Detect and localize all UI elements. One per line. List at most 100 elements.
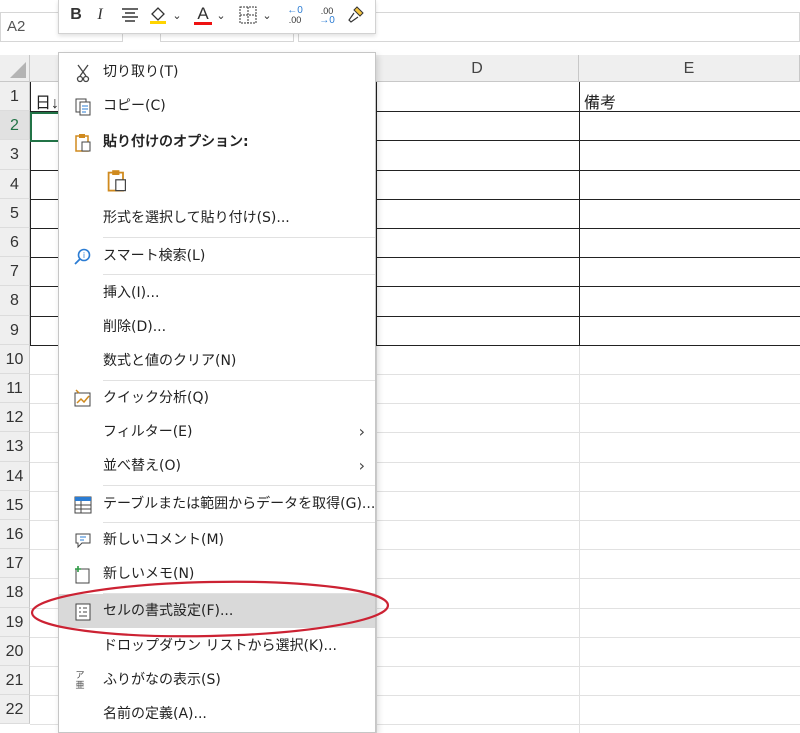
menu-label: スマート検索(L) bbox=[103, 248, 206, 264]
align-center-button[interactable] bbox=[119, 3, 141, 27]
menu-item-clear-contents[interactable]: 数式と値のクリア(N) bbox=[59, 344, 375, 378]
fill-color-button[interactable] bbox=[147, 3, 169, 27]
table-icon bbox=[74, 496, 92, 514]
paste-icon bbox=[107, 170, 126, 192]
menu-separator bbox=[103, 274, 375, 275]
active-cell-a2[interactable] bbox=[30, 112, 60, 142]
row-header-15[interactable]: 15 bbox=[0, 490, 30, 520]
menu-label: 削除(D)... bbox=[103, 319, 167, 335]
row-header-21[interactable]: 21 bbox=[0, 666, 30, 696]
menu-label: 新しいメモ(N) bbox=[103, 566, 195, 582]
menu-label: 並べ替え(O) bbox=[103, 458, 181, 474]
row-header-13[interactable]: 13 bbox=[0, 432, 30, 462]
cell-e1[interactable]: 備考 bbox=[584, 89, 616, 113]
format-painter-icon bbox=[348, 6, 364, 23]
row-header-19[interactable]: 19 bbox=[0, 607, 30, 637]
format-painter-button[interactable] bbox=[345, 3, 367, 27]
increase-decimal-button[interactable]: ←0 .00 bbox=[281, 3, 309, 27]
menu-item-smart-lookup[interactable]: i スマート検索(L) bbox=[59, 239, 375, 273]
cell-a1[interactable]: 日↓ bbox=[35, 89, 59, 113]
arrow-right-icon: →0 bbox=[319, 14, 335, 26]
menu-label: ドロップダウン リストから選択(K)... bbox=[103, 638, 337, 654]
menu-label: 名前の定義(A)... bbox=[103, 706, 207, 722]
row-header-7[interactable]: 7 bbox=[0, 257, 30, 287]
row-header-14[interactable]: 14 bbox=[0, 461, 30, 491]
row-header-9[interactable]: 9 bbox=[0, 315, 30, 345]
menu-label: ふりがなの表示(S) bbox=[103, 672, 221, 688]
italic-button[interactable]: I bbox=[91, 3, 109, 27]
menu-item-copy[interactable]: コピー(C) bbox=[59, 89, 375, 123]
menu-item-format-cells[interactable]: セルの書式設定(F)... bbox=[59, 594, 375, 628]
copy-icon bbox=[75, 98, 91, 116]
menu-item-insert[interactable]: 挿入(I)... bbox=[59, 276, 375, 310]
menu-label: 貼り付けのオプション: bbox=[103, 134, 249, 150]
row-header-17[interactable]: 17 bbox=[0, 549, 30, 579]
scissors-icon bbox=[76, 64, 90, 83]
increase-decimal-label: .00 bbox=[288, 14, 302, 25]
menu-item-define-name[interactable]: 名前の定義(A)... bbox=[59, 697, 375, 731]
row-header-8[interactable]: 8 bbox=[0, 286, 30, 316]
phonetic-icon: ア亜 bbox=[75, 671, 85, 691]
menu-item-new-comment[interactable]: 新しいコメント(M) bbox=[59, 523, 375, 557]
menu-header-paste-options: 貼り付けのオプション: bbox=[59, 125, 375, 159]
menu-item-paste-special[interactable]: 形式を選択して貼り付け(S)... bbox=[59, 201, 375, 235]
chevron-right-icon: › bbox=[358, 456, 365, 475]
table-border bbox=[579, 82, 580, 346]
chevron-down-icon: ⌄ bbox=[262, 9, 272, 22]
menu-item-new-note[interactable]: 新しいメモ(N) bbox=[59, 557, 375, 591]
row-header-4[interactable]: 4 bbox=[0, 169, 30, 199]
clipboard-icon bbox=[75, 134, 91, 152]
align-center-icon bbox=[122, 8, 138, 22]
menu-item-get-data[interactable]: テーブルまたは範囲からデータを取得(G)... bbox=[59, 487, 375, 521]
borders-button[interactable] bbox=[237, 3, 259, 27]
note-icon bbox=[75, 566, 90, 584]
row-header-11[interactable]: 11 bbox=[0, 374, 30, 404]
fill-color-dropdown[interactable]: ⌄ bbox=[171, 3, 183, 27]
menu-label: 形式を選択して貼り付け(S)... bbox=[103, 210, 290, 226]
font-color-label: A bbox=[197, 4, 209, 23]
menu-label: セルの書式設定(F)... bbox=[103, 603, 234, 619]
menu-label: 切り取り(T) bbox=[103, 64, 179, 80]
font-color-button[interactable]: A bbox=[193, 3, 213, 27]
decrease-decimal-button[interactable]: .00 →0 bbox=[313, 3, 341, 27]
arrow-left-icon: ←0 bbox=[287, 4, 303, 16]
menu-item-sort[interactable]: 並べ替え(O) › bbox=[59, 449, 375, 483]
column-header-e[interactable]: E bbox=[579, 55, 800, 82]
menu-label: 数式と値のクリア(N) bbox=[103, 353, 237, 369]
menu-item-quick-analysis[interactable]: クイック分析(Q) bbox=[59, 381, 375, 415]
row-header-3[interactable]: 3 bbox=[0, 140, 30, 170]
chevron-right-icon: › bbox=[358, 422, 365, 441]
chevron-down-icon: ⌄ bbox=[172, 9, 182, 22]
row-header-22[interactable]: 22 bbox=[0, 695, 30, 725]
decrease-decimal-label: .00 bbox=[320, 5, 334, 16]
menu-item-delete[interactable]: 削除(D)... bbox=[59, 310, 375, 344]
search-icon: i bbox=[74, 248, 91, 265]
row-header-2[interactable]: 2 bbox=[0, 111, 30, 141]
menu-item-cut[interactable]: 切り取り(T) bbox=[59, 55, 375, 89]
menu-separator bbox=[103, 485, 375, 486]
row-header-6[interactable]: 6 bbox=[0, 228, 30, 258]
row-header-5[interactable]: 5 bbox=[0, 198, 30, 228]
font-color-dropdown[interactable]: ⌄ bbox=[215, 3, 227, 27]
row-header-12[interactable]: 12 bbox=[0, 403, 30, 433]
menu-label: テーブルまたは範囲からデータを取得(G)... bbox=[103, 496, 376, 512]
borders-dropdown[interactable]: ⌄ bbox=[261, 3, 273, 27]
paste-option-default[interactable] bbox=[59, 163, 375, 199]
quick-analysis-icon bbox=[74, 389, 91, 407]
menu-label: 挿入(I)... bbox=[103, 285, 160, 301]
row-header-18[interactable]: 18 bbox=[0, 578, 30, 608]
fill-bucket-icon bbox=[150, 7, 166, 24]
row-header-20[interactable]: 20 bbox=[0, 636, 30, 666]
bold-button[interactable]: B bbox=[67, 3, 85, 27]
row-header-16[interactable]: 16 bbox=[0, 520, 30, 550]
menu-item-filter[interactable]: フィルター(E) › bbox=[59, 415, 375, 449]
select-all-button[interactable] bbox=[0, 55, 30, 82]
row-header-1[interactable]: 1 bbox=[0, 82, 30, 112]
row-header-10[interactable]: 10 bbox=[0, 344, 30, 374]
comment-icon bbox=[75, 533, 91, 549]
table-border bbox=[376, 82, 377, 346]
menu-item-phonetic[interactable]: ア亜 ふりがなの表示(S) bbox=[59, 663, 375, 697]
menu-item-pick-from-list[interactable]: ドロップダウン リストから選択(K)... bbox=[59, 629, 375, 663]
context-menu: 切り取り(T) コピー(C) 貼り付けのオプション: 形式を選択して貼り付け(S… bbox=[58, 52, 376, 733]
column-header-d[interactable]: D bbox=[376, 55, 579, 82]
